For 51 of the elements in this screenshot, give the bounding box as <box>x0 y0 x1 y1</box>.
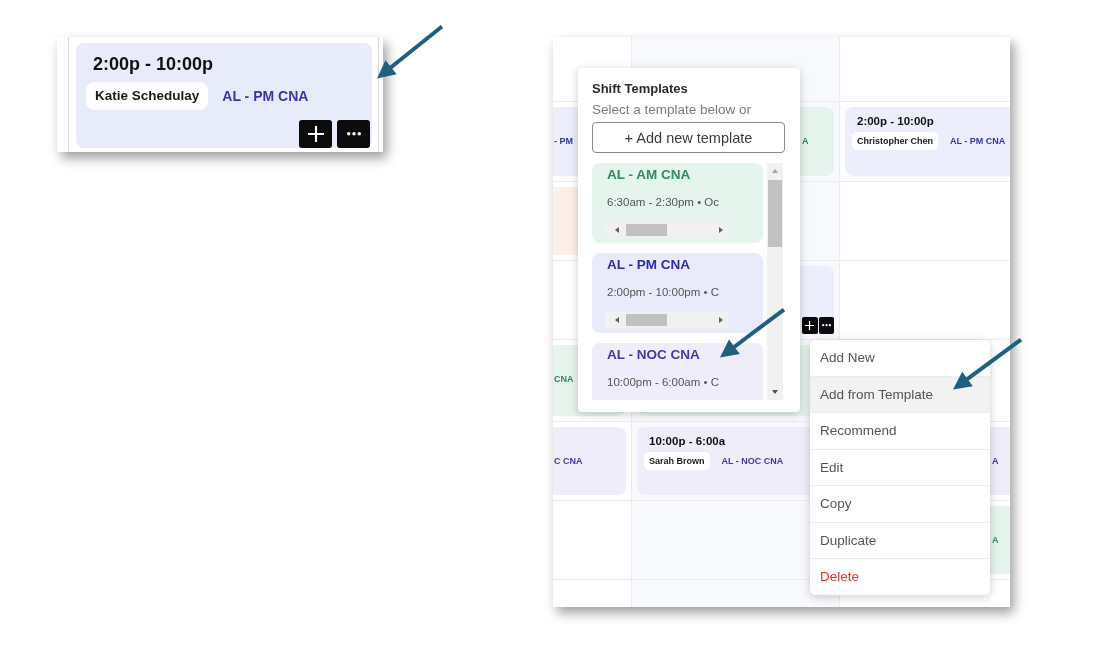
pointer-arrow <box>720 308 786 358</box>
template-hours: 2:00pm - 10:00pm • C <box>606 285 721 300</box>
role-label: AL - PM CNA <box>950 135 1006 148</box>
pointer-arrow <box>377 25 444 79</box>
more-button[interactable] <box>818 317 834 334</box>
template-card[interactable]: AL - PM CNA 2:00pm - 10:00pm • C <box>592 253 763 333</box>
shift-time: 10:00p - 6:00a <box>649 434 727 448</box>
employee-tag: Sarah Brown <box>644 452 710 470</box>
ellipsis-icon <box>346 132 361 136</box>
add-button[interactable] <box>299 120 332 148</box>
plus-icon <box>307 126 324 142</box>
pointer-arrow <box>953 338 1023 390</box>
menu-item[interactable]: Delete <box>810 558 990 595</box>
template-hours: 10:00pm - 6:00am • C <box>606 375 721 390</box>
template-name: AL - PM CNA <box>606 256 691 274</box>
add-button[interactable] <box>802 317 818 334</box>
plus-icon <box>805 321 815 330</box>
shift-card[interactable]: 2:00p - 10:00p Christopher Chen AL - PM CNA <box>845 107 1010 176</box>
template-hours: 6:30am - 2:30pm • Oc <box>606 195 721 210</box>
role-label: A <box>992 534 999 547</box>
template-name: AL - NOC CNA <box>606 346 701 364</box>
role-label: - PM <box>554 135 573 148</box>
horizontal-scrollbar[interactable] <box>605 312 728 328</box>
vertical-scrollbar[interactable] <box>767 163 783 400</box>
role-label: AL - NOC CNA <box>721 455 784 468</box>
menu-item[interactable]: Duplicate <box>810 521 990 558</box>
menu-item[interactable]: Add New <box>810 340 990 376</box>
role-label: C CNA <box>554 455 583 468</box>
menu-item[interactable]: Edit <box>810 448 990 485</box>
role-label: A <box>992 455 999 468</box>
shift-card[interactable]: 2:00p - 10:00p Katie Schedulay AL - PM CNA <box>76 43 372 148</box>
employee-tag: Christopher Chen <box>852 132 938 150</box>
shift-card[interactable]: C CNA <box>553 427 626 495</box>
menu-item[interactable]: Add from Template <box>810 375 990 412</box>
template-name: AL - AM CNA <box>606 166 692 184</box>
template-card[interactable]: AL - NOC CNA 10:00pm - 6:00am • C <box>592 343 763 400</box>
menu-item[interactable]: Recommend <box>810 412 990 449</box>
role-label: A <box>802 135 809 148</box>
add-template-button[interactable]: + Add new template <box>592 122 785 153</box>
ellipsis-icon <box>821 324 831 327</box>
role-label: AL - PM CNA <box>222 88 309 104</box>
menu-item[interactable]: Copy <box>810 485 990 522</box>
horizontal-scrollbar[interactable] <box>605 222 728 238</box>
employee-tag: Katie Schedulay <box>86 82 209 110</box>
template-card[interactable]: AL - AM CNA 6:30am - 2:30pm • Oc <box>592 163 763 243</box>
popup-title: Shift Templates <box>592 81 689 97</box>
popup-subtitle: Select a template below or <box>592 102 753 118</box>
shift-time: 2:00p - 10:00p <box>857 114 935 128</box>
role-label: CNA <box>554 373 574 386</box>
more-button[interactable] <box>337 120 370 148</box>
shift-time: 2:00p - 10:00p <box>93 53 215 75</box>
